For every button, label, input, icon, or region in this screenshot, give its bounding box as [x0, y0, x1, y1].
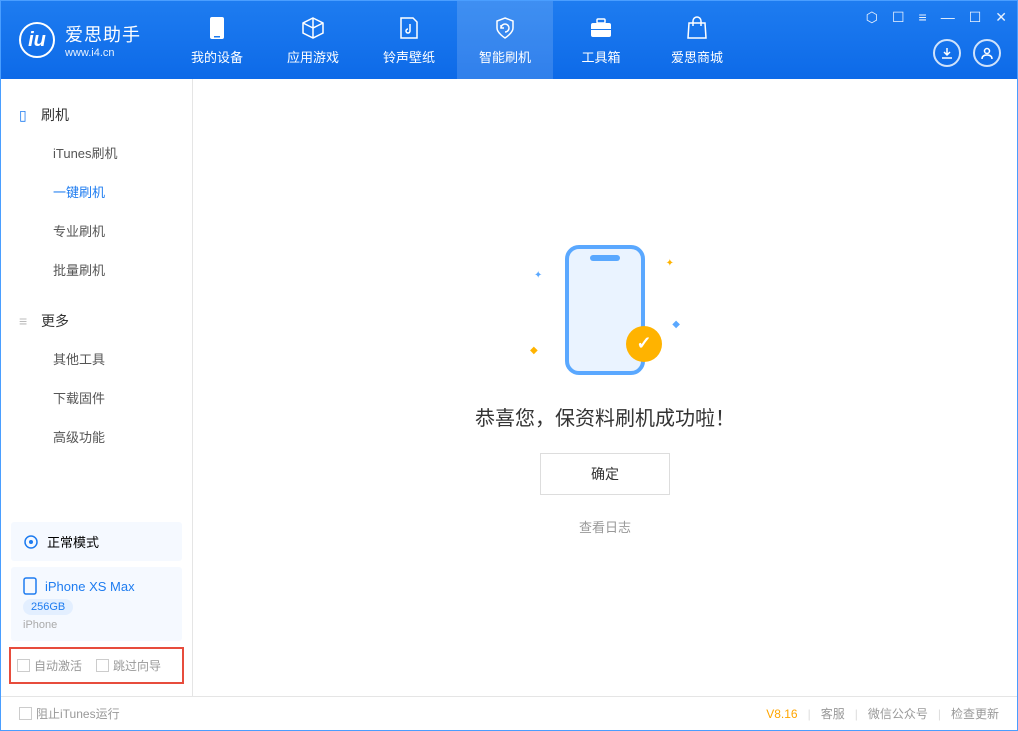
flash-options-row: 自动激活 跳过向导: [9, 647, 184, 684]
view-log-link[interactable]: 查看日志: [579, 517, 631, 536]
maximize-button[interactable]: ☐: [969, 9, 982, 26]
nav-label: 铃声壁纸: [383, 47, 435, 66]
minimize-button[interactable]: ―: [941, 9, 955, 26]
device-type: iPhone: [23, 619, 57, 631]
header-right-buttons: [933, 39, 1001, 67]
checkbox-label: 阻止iTunes运行: [36, 705, 120, 722]
checkmark-badge-icon: ✓: [626, 326, 662, 362]
separator: |: [855, 707, 858, 721]
nav-toolbox[interactable]: 工具箱: [553, 1, 649, 79]
menu-icon[interactable]: ≡: [919, 9, 927, 26]
checkbox-box: [96, 659, 109, 672]
checkbox-box: [17, 659, 30, 672]
user-button[interactable]: [973, 39, 1001, 67]
nav-label: 爱思商城: [671, 47, 723, 66]
device-storage: 256GB: [23, 599, 73, 615]
list-icon: ≡: [19, 313, 33, 329]
sidebar-bottom: 正常模式 iPhone XS Max 256GB iPhone 自动激活 跳过向…: [1, 516, 192, 696]
shopping-bag-icon: [686, 15, 708, 41]
sidebar-item-itunes-flash[interactable]: iTunes刷机: [1, 133, 192, 172]
nav-store[interactable]: 爱思商城: [649, 1, 745, 79]
logo-text: 爱思助手 www.i4.cn: [65, 21, 141, 59]
window-controls: ⬡ ☐ ≡ ― ☐ ✕: [866, 9, 1007, 26]
checkbox-block-itunes[interactable]: 阻止iTunes运行: [19, 705, 120, 722]
footer-link-wechat[interactable]: 微信公众号: [868, 705, 928, 722]
mode-label: 正常模式: [47, 532, 99, 551]
sidebar-item-oneclick-flash[interactable]: 一键刷机: [1, 172, 192, 211]
nav-label: 工具箱: [581, 47, 620, 66]
phone-icon: [209, 15, 225, 41]
sidebar-heading-more: ≡ 更多: [1, 303, 192, 339]
ok-button[interactable]: 确定: [540, 453, 670, 495]
app-url: www.i4.cn: [65, 47, 141, 59]
phone-small-icon: ▯: [19, 107, 33, 124]
nav-label: 智能刷机: [479, 47, 531, 66]
sparkle-icon: ◆: [672, 319, 680, 330]
sidebar-item-batch-flash[interactable]: 批量刷机: [1, 250, 192, 289]
sidebar: ▯ 刷机 iTunes刷机 一键刷机 专业刷机 批量刷机 ≡ 更多 其他工具 下…: [1, 79, 193, 696]
app-footer: 阻止iTunes运行 V8.16 | 客服 | 微信公众号 | 检查更新: [1, 696, 1017, 730]
success-illustration: ✓ ✦ ◆ ✦ ◆: [540, 240, 670, 380]
feedback-icon[interactable]: ☐: [892, 9, 905, 26]
checkbox-label: 跳过向导: [113, 657, 161, 674]
success-message: 恭喜您，保资料刷机成功啦！: [475, 402, 735, 431]
app-body: ▯ 刷机 iTunes刷机 一键刷机 专业刷机 批量刷机 ≡ 更多 其他工具 下…: [1, 79, 1017, 696]
sidebar-heading-flash: ▯ 刷机: [1, 97, 192, 133]
logo-area: iu 爱思助手 www.i4.cn: [1, 21, 159, 59]
nav-smart-flash[interactable]: 智能刷机: [457, 1, 553, 79]
main-nav: 我的设备 应用游戏 铃声壁纸 智能刷机 工具箱 爱思商城: [169, 1, 745, 79]
cube-icon: [301, 15, 325, 41]
nav-ringtones[interactable]: 铃声壁纸: [361, 1, 457, 79]
main-content: ✓ ✦ ◆ ✦ ◆ 恭喜您，保资料刷机成功啦！ 确定 查看日志: [193, 79, 1017, 696]
sparkle-icon: ✦: [534, 270, 542, 281]
sidebar-item-pro-flash[interactable]: 专业刷机: [1, 211, 192, 250]
sidebar-item-other-tools[interactable]: 其他工具: [1, 339, 192, 378]
logo-icon: iu: [19, 22, 55, 58]
device-name: iPhone XS Max: [45, 579, 135, 594]
sidebar-item-download-firmware[interactable]: 下载固件: [1, 378, 192, 417]
separator: |: [808, 707, 811, 721]
skin-icon[interactable]: ⬡: [866, 9, 878, 26]
mode-icon: [23, 534, 39, 550]
download-button[interactable]: [933, 39, 961, 67]
nav-label: 我的设备: [191, 47, 243, 66]
checkbox-label: 自动激活: [34, 657, 82, 674]
device-info-box[interactable]: iPhone XS Max 256GB iPhone: [11, 567, 182, 641]
checkbox-box: [19, 707, 32, 720]
checkbox-skip-guide[interactable]: 跳过向导: [96, 657, 161, 674]
briefcase-icon: [589, 15, 613, 41]
device-icon: [23, 577, 37, 595]
music-file-icon: [399, 15, 419, 41]
footer-left: 阻止iTunes运行: [19, 705, 120, 722]
separator: |: [938, 707, 941, 721]
app-name: 爱思助手: [65, 21, 141, 47]
device-mode-box[interactable]: 正常模式: [11, 522, 182, 561]
version-label: V8.16: [766, 707, 797, 721]
footer-right: V8.16 | 客服 | 微信公众号 | 检查更新: [766, 705, 999, 722]
refresh-shield-icon: [493, 15, 517, 41]
nav-apps-games[interactable]: 应用游戏: [265, 1, 361, 79]
footer-link-support[interactable]: 客服: [821, 705, 845, 722]
nav-my-device[interactable]: 我的设备: [169, 1, 265, 79]
sparkle-icon: ✦: [666, 258, 674, 269]
close-button[interactable]: ✕: [995, 9, 1007, 26]
sidebar-item-advanced[interactable]: 高级功能: [1, 417, 192, 456]
sidebar-heading-label: 更多: [41, 311, 69, 331]
nav-label: 应用游戏: [287, 47, 339, 66]
checkbox-auto-activate[interactable]: 自动激活: [17, 657, 82, 674]
sidebar-section-flash: ▯ 刷机 iTunes刷机 一键刷机 专业刷机 批量刷机: [1, 97, 192, 289]
app-header: iu 爱思助手 www.i4.cn 我的设备 应用游戏 铃声壁纸 智能刷机 工具…: [1, 1, 1017, 79]
sparkle-icon: ◆: [530, 345, 538, 356]
sidebar-heading-label: 刷机: [41, 105, 69, 125]
footer-link-update[interactable]: 检查更新: [951, 705, 999, 722]
sidebar-section-more: ≡ 更多 其他工具 下载固件 高级功能: [1, 303, 192, 456]
